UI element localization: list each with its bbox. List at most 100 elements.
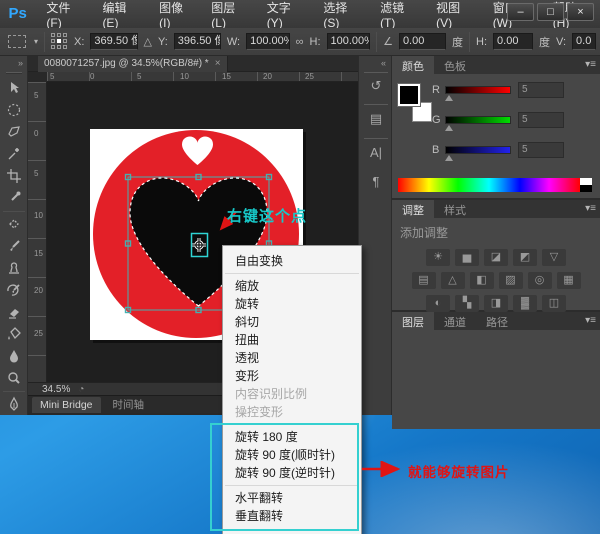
width-field[interactable]: 100.00% <box>246 33 290 50</box>
mini-bridge-button[interactable]: Mini Bridge <box>32 396 101 413</box>
exposure-icon[interactable]: ◩ <box>513 249 537 266</box>
red-slider[interactable] <box>445 86 511 94</box>
spot-healing-brush-tool[interactable] <box>6 216 22 232</box>
blue-slider[interactable] <box>445 146 511 154</box>
menu-item-perspective[interactable]: 透视 <box>223 349 361 367</box>
tab-layers[interactable]: 图层 <box>392 312 434 330</box>
close-button[interactable]: × <box>567 3 594 21</box>
hue-saturation-icon[interactable]: ▤ <box>411 272 436 289</box>
tool-preset-icon[interactable] <box>8 35 26 48</box>
tab-paths[interactable]: 路径 <box>476 312 518 330</box>
brightness-contrast-icon[interactable]: ☀ <box>426 249 450 266</box>
foreground-color-swatch[interactable] <box>397 83 421 107</box>
elliptical-marquee-tool[interactable] <box>6 102 22 118</box>
menu-item-skew[interactable]: 斜切 <box>223 313 361 331</box>
minimize-button[interactable]: – <box>507 3 534 21</box>
clone-stamp-tool[interactable] <box>6 260 22 276</box>
move-tool[interactable] <box>6 80 22 96</box>
clone-source-panel-icon[interactable]: ▤ <box>359 111 393 127</box>
panel-menu-icon[interactable]: ▾≡ <box>585 59 596 70</box>
tool-preset-caret-icon[interactable]: ▾ <box>34 37 38 46</box>
history-panel-icon[interactable]: ↺ <box>359 78 393 94</box>
menu-item-rotate-90-cw[interactable]: 旋转 90 度(顺时针) <box>223 446 361 464</box>
magic-wand-tool[interactable] <box>6 146 22 162</box>
rotation-field[interactable]: 0.00 <box>398 33 447 50</box>
paragraph-panel-icon[interactable]: ¶ <box>359 174 393 189</box>
green-channel-row: G 5 <box>432 112 596 131</box>
reference-point-locator[interactable] <box>51 33 68 50</box>
options-bar: ▾ X: 369.50 像素 △ Y: 396.50 像素 W: 100.00%… <box>0 28 600 56</box>
blur-tool[interactable] <box>6 348 22 364</box>
red-value-field[interactable]: 5 <box>518 82 564 98</box>
rotation-angle-icon: ∠ <box>383 36 393 48</box>
blue-value-field[interactable]: 5 <box>518 142 564 158</box>
character-panel-icon[interactable]: A| <box>359 145 393 160</box>
panel-menu-icon[interactable]: ▾≡ <box>585 203 596 214</box>
tab-adjustments[interactable]: 调整 <box>392 200 434 218</box>
menu-item-flip-vertical[interactable]: 垂直翻转 <box>223 507 361 525</box>
photo-filter-icon[interactable]: ▨ <box>498 272 523 289</box>
dodge-tool[interactable] <box>6 370 22 386</box>
green-value-field[interactable]: 5 <box>518 112 564 128</box>
zoom-level[interactable]: 34.5% <box>42 384 70 395</box>
levels-icon[interactable]: ▅ <box>455 249 479 266</box>
channel-mixer-icon[interactable]: ◎ <box>527 272 552 289</box>
color-balance-icon[interactable]: △ <box>440 272 465 289</box>
menu-item-warp[interactable]: 变形 <box>223 367 361 385</box>
green-slider-thumb[interactable] <box>445 125 453 131</box>
eraser-tool[interactable] <box>6 304 22 320</box>
pen-tool[interactable] <box>6 396 22 412</box>
blue-slider-thumb[interactable] <box>445 155 453 161</box>
menu-item-rotate-90-ccw[interactable]: 旋转 90 度(逆时针) <box>223 464 361 482</box>
polygonal-lasso-tool[interactable] <box>6 124 22 140</box>
v-skew-field[interactable]: 0.0 <box>572 33 597 50</box>
gradient-map-icon[interactable]: ▓ <box>513 295 537 312</box>
menu-item-rotate[interactable]: 旋转 <box>223 295 361 313</box>
eyedropper-tool[interactable] <box>6 190 22 206</box>
panel-icon-strip: « ↺ ▤ A| ¶ <box>358 56 392 415</box>
relative-position-icon[interactable]: △ <box>144 35 152 48</box>
color-lookup-icon[interactable]: ▦ <box>556 272 581 289</box>
timeline-button[interactable]: 时间轴 <box>105 395 153 414</box>
black-swatch[interactable] <box>580 185 592 192</box>
menu-item-rotate-180[interactable]: 旋转 180 度 <box>223 428 361 446</box>
menu-item-flip-horizontal[interactable]: 水平翻转 <box>223 489 361 507</box>
threshold-icon[interactable]: ◨ <box>484 295 508 312</box>
tab-close-icon[interactable]: × <box>215 56 221 72</box>
tab-color[interactable]: 颜色 <box>392 56 434 74</box>
maximize-button[interactable]: □ <box>537 3 564 21</box>
h-skew-field[interactable]: 0.00 <box>493 33 534 50</box>
menu-item-distort[interactable]: 扭曲 <box>223 331 361 349</box>
tab-styles[interactable]: 样式 <box>434 200 476 218</box>
selective-color-icon[interactable]: ◫ <box>542 295 566 312</box>
vibrance-icon[interactable]: ▽ <box>542 249 566 266</box>
curves-icon[interactable]: ◪ <box>484 249 508 266</box>
color-spectrum-ramp[interactable] <box>398 178 580 192</box>
menu-item-free-transform[interactable]: 自由变换 <box>223 252 361 270</box>
paint-bucket-tool[interactable] <box>6 326 22 342</box>
ruler-tick-label: 20 <box>263 72 272 81</box>
brush-tool[interactable] <box>6 238 22 254</box>
black-white-icon[interactable]: ◧ <box>469 272 494 289</box>
panels-expand-icon[interactable]: « <box>381 58 386 68</box>
tab-channels[interactable]: 通道 <box>434 312 476 330</box>
white-swatch[interactable] <box>580 178 592 185</box>
posterize-icon[interactable]: ▚ <box>455 295 479 312</box>
invert-icon[interactable]: ◐ <box>426 295 450 312</box>
panel-menu-icon[interactable]: ▾≡ <box>585 315 596 326</box>
height-field[interactable]: 100.00% <box>326 33 371 50</box>
x-position-field[interactable]: 369.50 像素 <box>90 33 138 50</box>
crop-tool[interactable] <box>6 168 22 184</box>
tab-swatches[interactable]: 色板 <box>434 56 476 74</box>
link-dimensions-icon[interactable]: ∞ <box>296 36 304 48</box>
document-tab[interactable]: 0080071257.jpg @ 34.5%(RGB/8#) * × <box>38 56 228 72</box>
x-label: X: <box>74 35 85 48</box>
menu-item-scale[interactable]: 缩放 <box>223 277 361 295</box>
y-position-field[interactable]: 396.50 像素 <box>173 33 221 50</box>
tools-expand-icon[interactable]: » <box>18 58 23 68</box>
history-brush-tool[interactable] <box>6 282 22 298</box>
ps-logo: Ps <box>8 5 27 22</box>
green-slider[interactable] <box>445 116 511 124</box>
status-icon[interactable]: ◔ <box>78 384 84 395</box>
red-slider-thumb[interactable] <box>445 95 453 101</box>
